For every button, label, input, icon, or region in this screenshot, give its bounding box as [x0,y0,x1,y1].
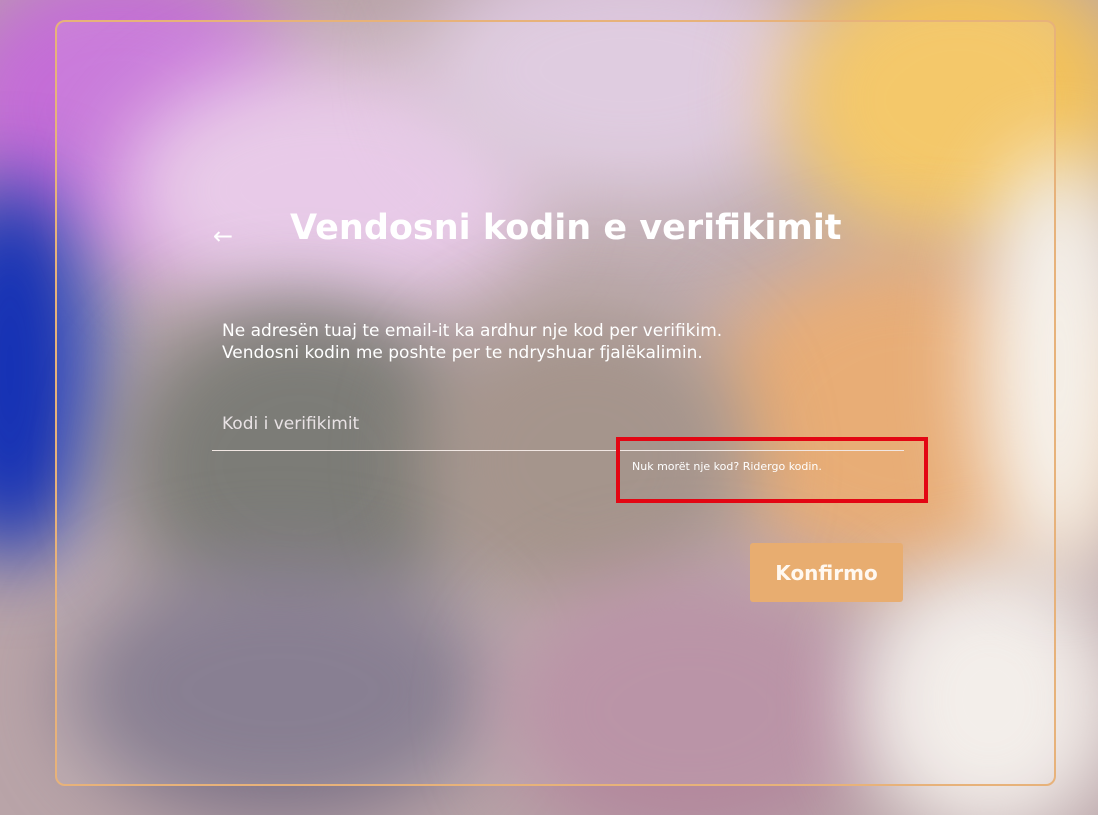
resend-code-row: Nuk morët nje kod? Ridergo kodin. [632,460,822,473]
instruction-text: Ne adresën tuaj te email-it ka ardhur nj… [222,320,722,364]
arrow-left-icon: ← [212,222,234,250]
back-button[interactable]: ← [205,218,241,254]
confirm-button[interactable]: Konfirmo [750,543,903,602]
resend-code-link[interactable]: Ridergo kodin. [743,460,822,473]
instruction-line-1: Ne adresën tuaj te email-it ka ardhur nj… [222,321,723,341]
page-title: Vendosni kodin e verifikimit [290,208,842,248]
resend-prompt: Nuk morët nje kod? [632,460,740,473]
instruction-line-2: Vendosni kodin me poshte per te ndryshua… [222,343,703,363]
